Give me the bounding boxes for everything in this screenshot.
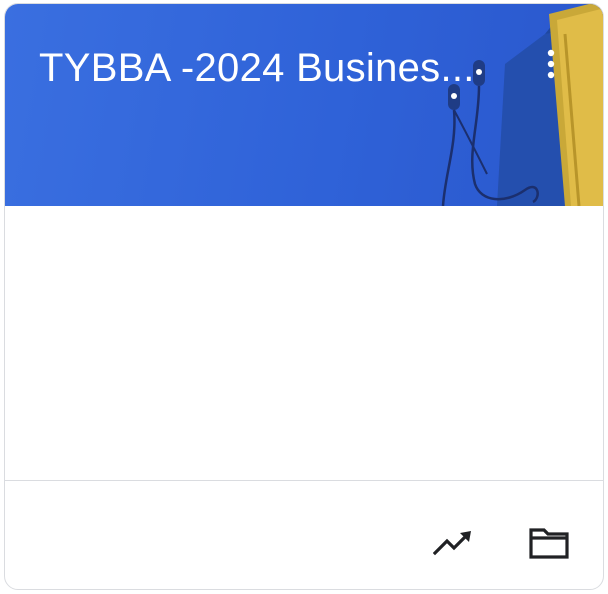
folder-icon — [529, 528, 569, 559]
header-illustration — [441, 4, 603, 206]
class-card-header[interactable]: TYBBA -2024 Busines... — [5, 4, 603, 206]
class-card-footer — [5, 481, 603, 589]
open-gradebook-button[interactable] — [429, 519, 477, 567]
open-class-folder-button[interactable] — [525, 519, 573, 567]
more-vert-icon — [547, 49, 555, 79]
class-card-body — [5, 206, 603, 480]
class-title[interactable]: TYBBA -2024 Busines... — [39, 44, 499, 92]
trending-up-icon — [433, 531, 471, 556]
more-options-button[interactable] — [531, 40, 571, 88]
class-card[interactable]: TYBBA -2024 Busines... — [4, 3, 604, 590]
